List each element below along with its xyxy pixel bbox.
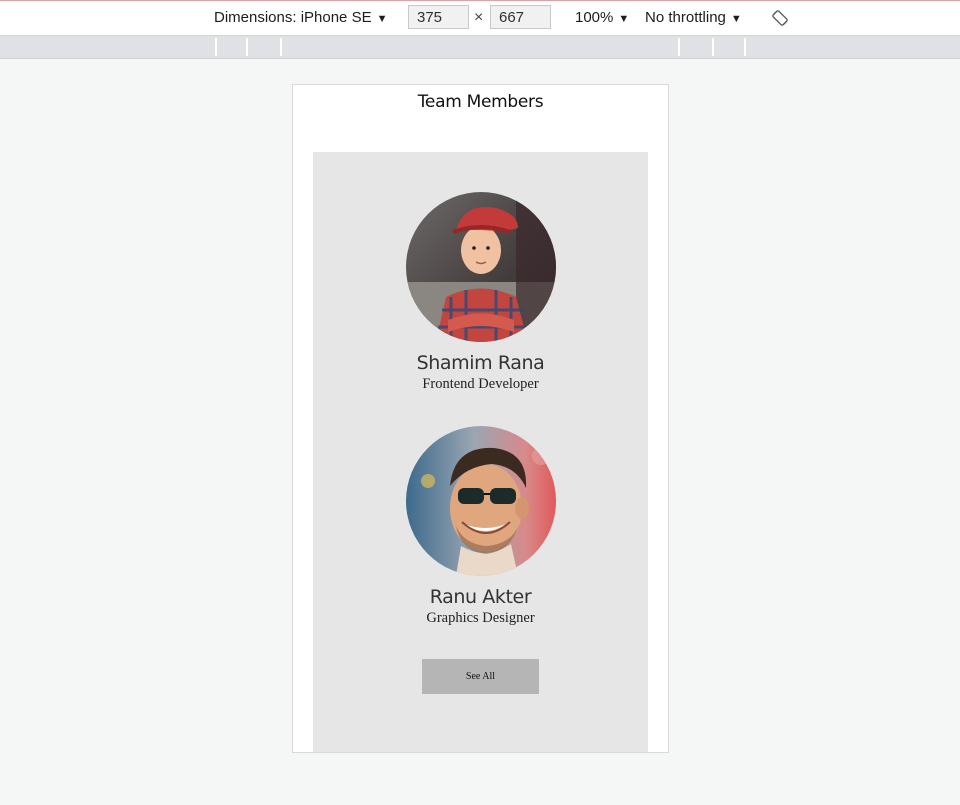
media-query-ruler[interactable]	[0, 36, 960, 59]
member-role: Graphics Designer	[426, 610, 535, 626]
ruler-divider	[712, 38, 714, 56]
avatar	[405, 426, 556, 576]
team-member-card: Shamim Rana Frontend Developer	[313, 192, 648, 393]
height-input[interactable]	[490, 5, 551, 29]
avatar	[405, 192, 556, 342]
throttle-dropdown[interactable]: No throttling ▼	[645, 9, 742, 26]
device-toolbar: Dimensions: iPhone SE ▼ × 100% ▼ No thrott…	[0, 1, 960, 36]
zoom-label: 100%	[575, 9, 614, 26]
ruler-divider	[246, 38, 248, 56]
width-input[interactable]	[408, 5, 469, 29]
man-sunglasses-photo-icon	[405, 426, 556, 576]
zoom-dropdown[interactable]: 100% ▼	[575, 9, 629, 26]
team-panel: Shamim Rana Frontend Developer Ranu Akte…	[313, 152, 648, 752]
ruler-divider	[280, 38, 282, 56]
team-member-card: Ranu Akter Graphics Designer	[313, 426, 648, 627]
times-sign: ×	[474, 9, 484, 26]
ruler-divider	[215, 38, 217, 56]
member-role: Frontend Developer	[422, 376, 539, 392]
ruler-divider	[678, 38, 680, 56]
device-viewport: Team Members Shamim Rana Frontend Develo…	[292, 84, 669, 753]
chevron-down-icon: ▼	[730, 13, 742, 25]
page-title: Team Members	[417, 92, 544, 112]
device-label: Dimensions: iPhone SE	[214, 9, 372, 26]
member-name: Ranu Akter	[429, 586, 532, 608]
chevron-down-icon: ▼	[376, 13, 388, 25]
chevron-down-icon: ▼	[618, 13, 630, 25]
rotate-icon[interactable]	[771, 9, 789, 31]
ruler-divider	[744, 38, 746, 56]
member-name: Shamim Rana	[416, 352, 545, 374]
throttle-label: No throttling	[645, 9, 726, 26]
device-dropdown[interactable]: Dimensions: iPhone SE ▼	[214, 9, 387, 26]
boy-photo-icon	[405, 192, 556, 342]
see-all-button[interactable]: See All	[422, 659, 539, 694]
